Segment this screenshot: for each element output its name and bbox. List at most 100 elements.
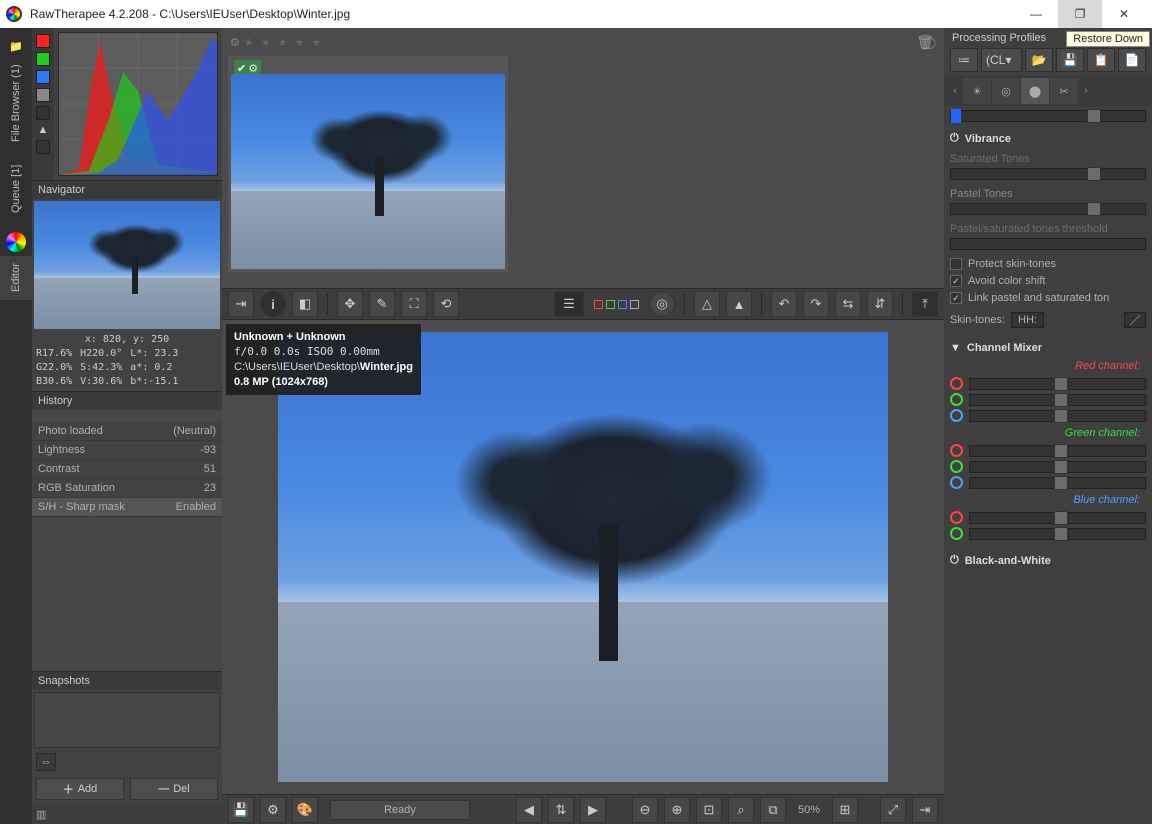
hand-tool-button[interactable]: ✥ <box>337 291 363 317</box>
bg-blue-swatch[interactable] <box>618 300 627 309</box>
tab-transform[interactable]: ✂ <box>1050 78 1078 104</box>
history-item[interactable]: Lightness-93 <box>32 441 222 460</box>
trash-icon[interactable]: 🗑 <box>916 34 934 51</box>
histogram-panel: ▲ <box>32 28 222 180</box>
thumbnail[interactable]: ✔ ⚙ <box>228 56 508 272</box>
profile-save-button[interactable]: 💾 <box>1056 48 1084 72</box>
hist-blue-toggle[interactable] <box>36 70 50 84</box>
green-g-slider[interactable] <box>950 460 1146 473</box>
red-r-slider[interactable] <box>950 377 1146 390</box>
pastel-slider[interactable] <box>950 203 1146 215</box>
rotate-right-button[interactable]: ↷ <box>803 291 829 317</box>
zoom-in-button[interactable]: ⊕ <box>664 797 690 823</box>
bg-grey-swatch[interactable] <box>630 300 639 309</box>
navigator-preview[interactable] <box>34 201 220 329</box>
green-b-slider[interactable] <box>950 476 1146 489</box>
del-snapshot-button[interactable]: —Del <box>130 778 218 800</box>
history-item[interactable]: Photo loaded(Neutral) <box>32 422 222 441</box>
close-button[interactable]: ✕ <box>1102 0 1146 28</box>
blue-r-slider[interactable] <box>950 511 1146 524</box>
bg-toggle-button[interactable]: ☰ <box>554 291 584 317</box>
shadow-clip-button[interactable]: ▲ <box>726 291 752 317</box>
hist-chroma-toggle[interactable] <box>36 106 50 120</box>
tab-color[interactable]: ⬤ <box>1021 78 1049 104</box>
channel-mixer-header[interactable]: ▼ Channel Mixer <box>950 338 1146 358</box>
tabs-left-arrow[interactable]: ‹ <box>948 85 962 97</box>
slider-blue-handle[interactable] <box>951 109 961 123</box>
zoom-crop-button[interactable]: ⧉ <box>760 797 786 823</box>
crop-tool-button[interactable]: ⛶ <box>401 291 427 317</box>
folder-icon[interactable]: 📁 <box>9 32 23 60</box>
picker-tool-button[interactable]: ✎ <box>369 291 395 317</box>
profile-load-button[interactable]: 📂 <box>1025 48 1053 72</box>
bw-header[interactable]: ⏻ Black-and-White <box>950 550 1146 571</box>
hist-up-icon[interactable]: ▲ <box>38 124 49 136</box>
vibrance-header[interactable]: ⏻ Vibrance <box>950 128 1146 149</box>
fullscreen-button[interactable]: ⤢ <box>880 797 906 823</box>
hist-red-toggle[interactable] <box>36 34 50 48</box>
saturated-slider[interactable] <box>950 168 1146 180</box>
avoid-shift-checkbox[interactable]: ✓Avoid color shift <box>950 275 1146 287</box>
top-slider[interactable] <box>950 110 1146 122</box>
tabs-right-arrow[interactable]: › <box>1079 85 1093 97</box>
external-editor-button[interactable]: 🎨 <box>292 797 318 823</box>
profile-paste-button[interactable]: 📄 <box>1118 48 1146 72</box>
before-after-button[interactable]: ⇥ <box>228 291 254 317</box>
flip-v-button[interactable]: ⇵ <box>867 291 893 317</box>
snapshots-list[interactable] <box>34 692 220 748</box>
bg-red-swatch[interactable] <box>594 300 603 309</box>
queue-put-button[interactable]: ⚙ <box>260 797 286 823</box>
minimize-button[interactable]: — <box>1014 0 1058 28</box>
curve-edit-icon[interactable]: ／ <box>1124 312 1146 328</box>
flip-h-button[interactable]: ⇆ <box>835 291 861 317</box>
zoom-fit-button[interactable]: ⊡ <box>696 797 722 823</box>
history-item[interactable]: S/H - Sharp maskEnabled <box>32 498 222 517</box>
tab-queue[interactable]: Queue [1] <box>0 146 32 232</box>
history-item[interactable]: Contrast51 <box>32 460 222 479</box>
gear-icon[interactable]: ⚙ <box>230 36 240 49</box>
blue-g-slider[interactable] <box>950 527 1146 540</box>
history-item[interactable]: RGB Saturation23 <box>32 479 222 498</box>
nav-sync-button[interactable]: ⇅ <box>548 797 574 823</box>
tab-detail[interactable]: ◎ <box>992 78 1020 104</box>
rating-stars[interactable]: ★ ★ ★ ★ ★ <box>244 36 324 49</box>
collapse-right-button[interactable]: ⇥ <box>912 797 938 823</box>
red-g-slider[interactable] <box>950 393 1146 406</box>
panel-layout-icon[interactable]: ▥ <box>36 808 46 821</box>
red-b-slider[interactable] <box>950 409 1146 422</box>
zoom-out-button[interactable]: ⊖ <box>632 797 658 823</box>
hist-raw-toggle[interactable] <box>36 140 50 154</box>
send-to-button[interactable]: ⤒ <box>912 291 938 317</box>
hist-green-toggle[interactable] <box>36 52 50 66</box>
tab-editor[interactable]: Editor <box>0 256 32 300</box>
left-collapse-button[interactable]: ⇔ <box>36 753 56 771</box>
threshold-slider[interactable] <box>950 238 1146 250</box>
histogram-canvas[interactable] <box>58 32 218 176</box>
add-snapshot-button[interactable]: ＋Add <box>36 778 124 800</box>
preview-area[interactable]: Unknown + Unknown f/0.0 0.0s ISO0 0.00mm… <box>222 320 944 794</box>
navigator-title: Navigator <box>32 180 222 199</box>
bg-green-swatch[interactable] <box>606 300 615 309</box>
nav-prev-button[interactable]: ◀ <box>516 797 542 823</box>
hist-luma-toggle[interactable] <box>36 88 50 102</box>
softproof-button[interactable]: ◎ <box>649 291 675 317</box>
profile-mode-button[interactable]: ≔ <box>950 48 978 72</box>
rotate-left-button[interactable]: ↶ <box>771 291 797 317</box>
skintones-value[interactable]: HH: <box>1011 312 1044 328</box>
detail-window-button[interactable]: ⊞ <box>832 797 858 823</box>
profile-dropdown[interactable]: (CL ▾ <box>981 48 1022 72</box>
green-r-slider[interactable] <box>950 444 1146 457</box>
profile-copy-button[interactable]: 📋 <box>1087 48 1115 72</box>
nav-next-button[interactable]: ▶ <box>580 797 606 823</box>
link-pastel-checkbox[interactable]: ✓Link pastel and saturated ton <box>950 292 1146 304</box>
straighten-tool-button[interactable]: ⟲ <box>433 291 459 317</box>
dual-view-button[interactable]: ◧ <box>292 291 318 317</box>
save-button[interactable]: 💾 <box>228 797 254 823</box>
info-button[interactable]: i <box>260 291 286 317</box>
highlight-clip-button[interactable]: △ <box>694 291 720 317</box>
tab-exposure[interactable]: ☀ <box>963 78 991 104</box>
zoom-100-button[interactable]: ⌕ <box>728 797 754 823</box>
maximize-button[interactable]: ❐ <box>1058 0 1102 28</box>
tab-file-browser[interactable]: File Browser (1) <box>0 60 32 146</box>
protect-skin-checkbox[interactable]: Protect skin-tones <box>950 258 1146 270</box>
